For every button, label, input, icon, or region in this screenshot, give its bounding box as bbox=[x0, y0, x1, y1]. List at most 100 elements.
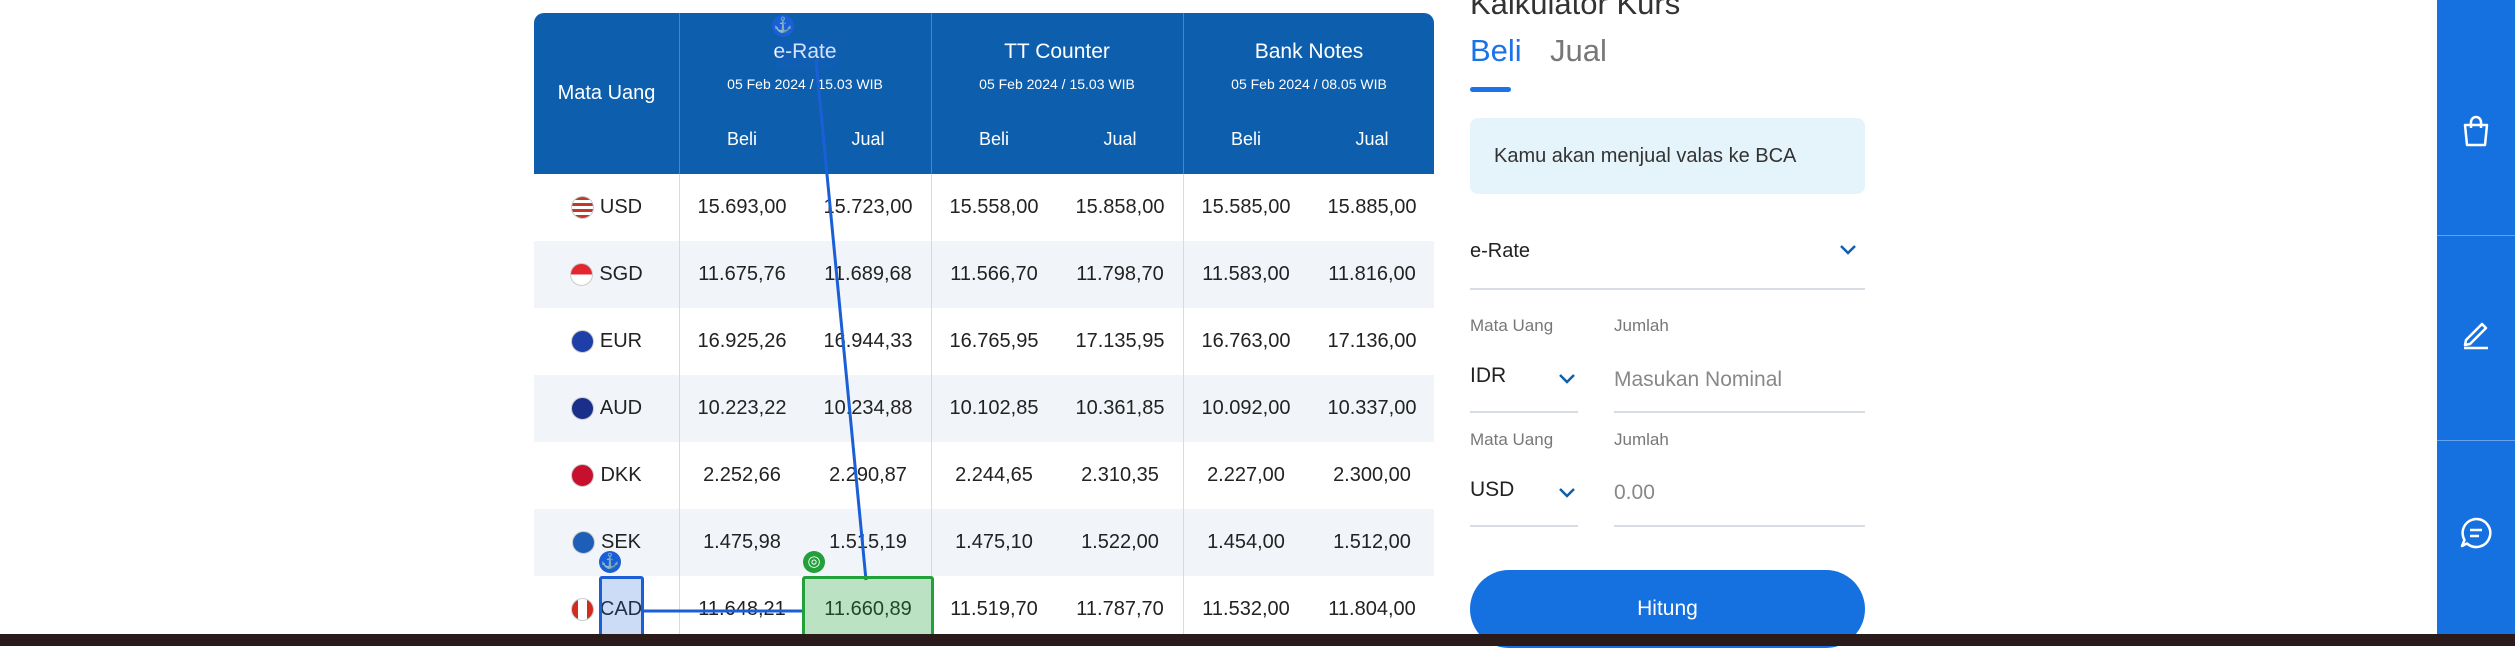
bank-notes-buy-header: Beli bbox=[1230, 129, 1261, 149]
to-amount-label: Jumlah bbox=[1614, 430, 1669, 449]
tt-counter-buy-header: Beli bbox=[978, 129, 1009, 149]
column-divider bbox=[1183, 509, 1184, 576]
from-currency-value: IDR bbox=[1470, 364, 1507, 387]
rate-cell: 11.798,70 bbox=[1076, 263, 1164, 285]
table-header: Mata Uang e-Rate 05 Feb 2024 / 15.03 WIB… bbox=[534, 13, 1434, 174]
rate-cell: 15.885,00 bbox=[1327, 196, 1417, 218]
rate-cell: 1.475,98 bbox=[703, 531, 781, 553]
currency-cell: DKK bbox=[534, 442, 680, 509]
currency-column-header: Mata Uang bbox=[534, 13, 680, 174]
sidebar-divider bbox=[2437, 440, 2515, 441]
rate-cell: 15.858,00 bbox=[1075, 196, 1165, 218]
from-amount-field[interactable] bbox=[1614, 368, 1865, 413]
currency-code: SGD bbox=[599, 263, 643, 285]
to-amount-field[interactable] bbox=[1614, 481, 1865, 527]
exchange-rate-table: Mata Uang e-Rate 05 Feb 2024 / 15.03 WIB… bbox=[534, 13, 1434, 646]
to-amount-input[interactable] bbox=[1614, 481, 1865, 505]
rate-cell: 17.136,00 bbox=[1327, 330, 1417, 352]
column-divider bbox=[1183, 241, 1184, 308]
from-amount-label: Jumlah bbox=[1614, 316, 1669, 335]
column-divider bbox=[1183, 375, 1184, 442]
tt-counter-date: 05 Feb 2024 / 15.03 WIB bbox=[979, 76, 1135, 92]
rate-cell: 10.092,00 bbox=[1201, 397, 1291, 419]
rate-cell: 2.244,65 bbox=[955, 464, 1033, 486]
right-sidebar bbox=[2437, 0, 2515, 646]
rate-cell: 10.361,85 bbox=[1075, 397, 1165, 419]
chat-icon[interactable] bbox=[2457, 514, 2495, 552]
rate-type-value: e-Rate bbox=[1470, 240, 1531, 262]
rate-cell: 1.512,00 bbox=[1333, 531, 1411, 553]
rate-cell: 1.475,10 bbox=[955, 531, 1033, 553]
table-row: DKK 2.252,66 2.290,87 2.244,65 2.310,35 2.227… bbox=[534, 442, 1434, 509]
column-divider bbox=[1183, 442, 1184, 509]
flag-se-icon bbox=[571, 531, 595, 554]
flag-us-icon bbox=[570, 196, 594, 219]
rate-cell: 15.558,00 bbox=[949, 196, 1039, 218]
rate-cell: 11.816,00 bbox=[1328, 263, 1416, 285]
rate-cell: 15.693,00 bbox=[697, 196, 787, 218]
rate-cell: 2.227,00 bbox=[1207, 464, 1285, 486]
column-divider bbox=[931, 509, 932, 576]
rate-cell: 11.787,70 bbox=[1076, 598, 1164, 620]
column-divider bbox=[931, 174, 932, 241]
tab-sell[interactable]: Jual bbox=[1550, 33, 1607, 69]
currency-code: USD bbox=[599, 196, 643, 218]
rate-cell: 15.723,00 bbox=[823, 196, 913, 218]
currency-cell: SGD bbox=[534, 241, 680, 308]
table-row: EUR 16.925,26 16.944,33 16.765,95 17.135,95 1… bbox=[534, 308, 1434, 375]
flag-sg-icon bbox=[570, 263, 594, 286]
table-row: AUD 10.223,22 10.234,88 10.102,85 10.361,85 1… bbox=[534, 375, 1434, 442]
chevron-down-icon bbox=[1559, 374, 1575, 384]
column-divider bbox=[1183, 174, 1184, 241]
rate-cell: 2.252,66 bbox=[703, 464, 781, 486]
column-divider bbox=[1183, 308, 1184, 375]
rate-cell: 2.290,87 bbox=[829, 464, 907, 486]
active-tab-indicator bbox=[1470, 87, 1511, 92]
rate-cell: 11.675,76 bbox=[698, 263, 786, 285]
tt-counter-sell-header: Jual bbox=[1103, 129, 1137, 149]
rate-cell: 11.532,00 bbox=[1202, 598, 1290, 620]
rate-cell: 11.689,68 bbox=[824, 263, 912, 285]
tt-counter-column-group: TT Counter 05 Feb 2024 / 15.03 WIB Beli … bbox=[931, 13, 1184, 174]
rate-cell: 10.337,00 bbox=[1327, 397, 1417, 419]
rate-cell: 2.300,00 bbox=[1333, 464, 1411, 486]
rate-cell: 16.765,95 bbox=[949, 330, 1039, 352]
rate-cell: 2.310,35 bbox=[1081, 464, 1159, 486]
info-banner: Kamu akan menjual valas ke BCA bbox=[1470, 118, 1865, 194]
column-divider bbox=[1183, 576, 1184, 643]
column-divider bbox=[931, 308, 932, 375]
calculator-title: Kalkulator Kurs bbox=[1470, 0, 1681, 21]
rate-cell: 11.583,00 bbox=[1202, 263, 1290, 285]
rate-cell: 11.566,70 bbox=[950, 263, 1038, 285]
to-currency-value: USD bbox=[1470, 478, 1515, 501]
from-currency-label: Mata Uang bbox=[1470, 316, 1554, 335]
rate-cell: 16.944,33 bbox=[823, 330, 913, 352]
from-currency-select[interactable]: IDR bbox=[1470, 364, 1578, 413]
rate-cell: 10.223,22 bbox=[697, 397, 787, 419]
rate-cell: 16.763,00 bbox=[1201, 330, 1291, 352]
column-divider bbox=[931, 442, 932, 509]
currency-cell: USD bbox=[534, 174, 680, 241]
currency-code: DKK bbox=[600, 464, 642, 486]
erate-date: 05 Feb 2024 / 15.03 WIB bbox=[727, 76, 883, 92]
chevron-down-icon bbox=[1559, 488, 1575, 498]
erate-buy-header: Beli bbox=[726, 129, 757, 149]
anchor-icon: ⚓ bbox=[599, 551, 621, 573]
bank-notes-sell-header: Jual bbox=[1355, 129, 1389, 149]
table-row: USD 15.693,00 15.723,00 15.558,00 15.858,00 1… bbox=[534, 174, 1434, 241]
to-currency-select[interactable]: USD bbox=[1470, 478, 1578, 527]
currency-code: EUR bbox=[599, 330, 643, 352]
flag-au-icon bbox=[570, 397, 594, 420]
currency-cell: AUD bbox=[534, 375, 680, 442]
rate-cell: 15.585,00 bbox=[1201, 196, 1291, 218]
from-amount-input[interactable] bbox=[1614, 368, 1865, 392]
chevron-down-icon bbox=[1840, 245, 1856, 255]
anchor-icon: ⚓ bbox=[772, 15, 794, 37]
rate-cell: 11.519,70 bbox=[950, 598, 1038, 620]
pencil-icon[interactable] bbox=[2457, 313, 2495, 351]
rate-cell: 17.135,95 bbox=[1075, 330, 1165, 352]
tab-buy[interactable]: Beli bbox=[1470, 33, 1522, 69]
currency-calculator: Kalkulator Kurs Beli Jual Kamu akan menj… bbox=[1470, 0, 1865, 648]
rate-type-select[interactable]: e-Rate bbox=[1470, 226, 1865, 290]
shopping-bag-icon[interactable] bbox=[2457, 112, 2495, 150]
